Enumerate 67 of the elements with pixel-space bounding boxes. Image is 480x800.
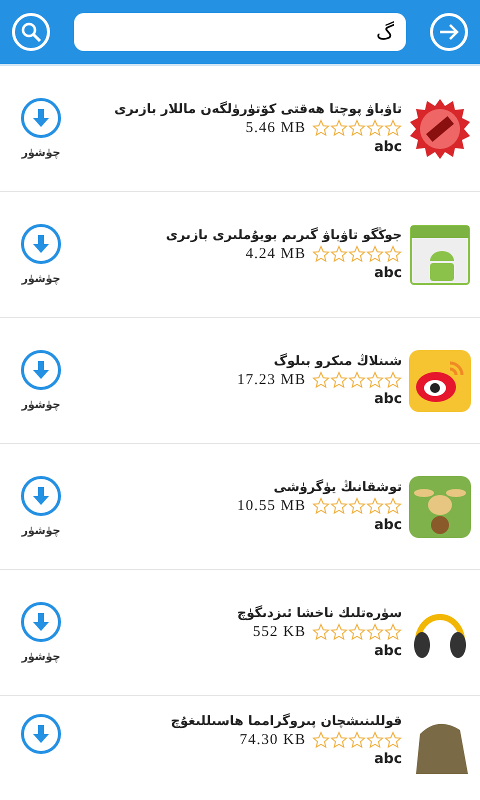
star-icon [384, 497, 402, 515]
search-field[interactable]: گ [74, 13, 406, 51]
star-icon [366, 497, 384, 515]
star-icon [348, 623, 366, 641]
app-title: تاۋباۋ پوچتا ھەقتى كۆتۈرۈلگەن ماللار بازىرى [114, 102, 402, 117]
star-icon [366, 119, 384, 137]
download-button[interactable] [21, 350, 61, 390]
search-button[interactable] [12, 13, 50, 51]
android-robot-icon [408, 222, 472, 286]
star-icon [384, 245, 402, 263]
download-button[interactable] [21, 602, 61, 642]
star-icon [312, 497, 330, 515]
app-note: abc [374, 643, 402, 659]
star-icon [330, 119, 348, 137]
download-label: چۈشۈر [22, 272, 60, 285]
app-note: abc [374, 265, 402, 281]
download-icon [32, 611, 50, 633]
star-icon [384, 119, 402, 137]
star-icon [330, 245, 348, 263]
download-label: چۈشۈر [22, 146, 60, 159]
app-note: abc [374, 391, 402, 407]
arrow-right-icon [438, 23, 460, 41]
download-icon [32, 107, 50, 129]
star-icon [330, 371, 348, 389]
star-icon [312, 245, 330, 263]
app-title: جوڭگو تاۋباۋ گىرىم بويۇملىرى بازىرى [166, 228, 402, 243]
star-icon [384, 623, 402, 641]
search-icon [20, 21, 42, 43]
star-icon [366, 245, 384, 263]
app-title: قوللىنىشچان پىروگرامما ھاسىللىغۇچ [170, 714, 402, 729]
star-icon [348, 371, 366, 389]
download-label: چۈشۈر [22, 398, 60, 411]
download-icon [32, 233, 50, 255]
file-size: 5.46 MB [246, 120, 306, 136]
star-icon [330, 623, 348, 641]
file-size: 552 KB [252, 624, 306, 640]
download-label: چۈشۈر [22, 524, 60, 537]
star-icon [366, 623, 384, 641]
star-icon [330, 497, 348, 515]
download-button[interactable] [21, 476, 61, 516]
star-icon [348, 245, 366, 263]
rabbit-icon [408, 474, 472, 538]
download-button[interactable] [21, 224, 61, 264]
app-note: abc [374, 751, 402, 767]
app-title: سۈرەتلىك ناخشا ئىزدىگۈچ [237, 606, 402, 621]
app-title: شىنلاڭ مىكرو بىلوگ [274, 354, 402, 369]
star-icon [312, 623, 330, 641]
eye-logo-icon [408, 348, 472, 412]
download-label: چۈشۈر [22, 650, 60, 663]
star-icon [312, 119, 330, 137]
app-title: توشقانىڭ يۈگرۈشى [274, 480, 402, 495]
star-icon [366, 371, 384, 389]
seal-icon [408, 96, 472, 160]
file-size: 10.55 MB [237, 498, 306, 514]
file-size: 17.23 MB [237, 372, 306, 388]
star-icon [348, 497, 366, 515]
app-note: abc [374, 139, 402, 155]
star-icon [312, 371, 330, 389]
star-icon [384, 371, 402, 389]
file-size: 74.30 KB [240, 732, 306, 748]
file-size: 4.24 MB [246, 246, 306, 262]
download-icon [32, 359, 50, 381]
go-button[interactable] [430, 13, 468, 51]
download-button[interactable] [21, 98, 61, 138]
star-icon [348, 119, 366, 137]
app-note: abc [374, 517, 402, 533]
download-icon [32, 485, 50, 507]
